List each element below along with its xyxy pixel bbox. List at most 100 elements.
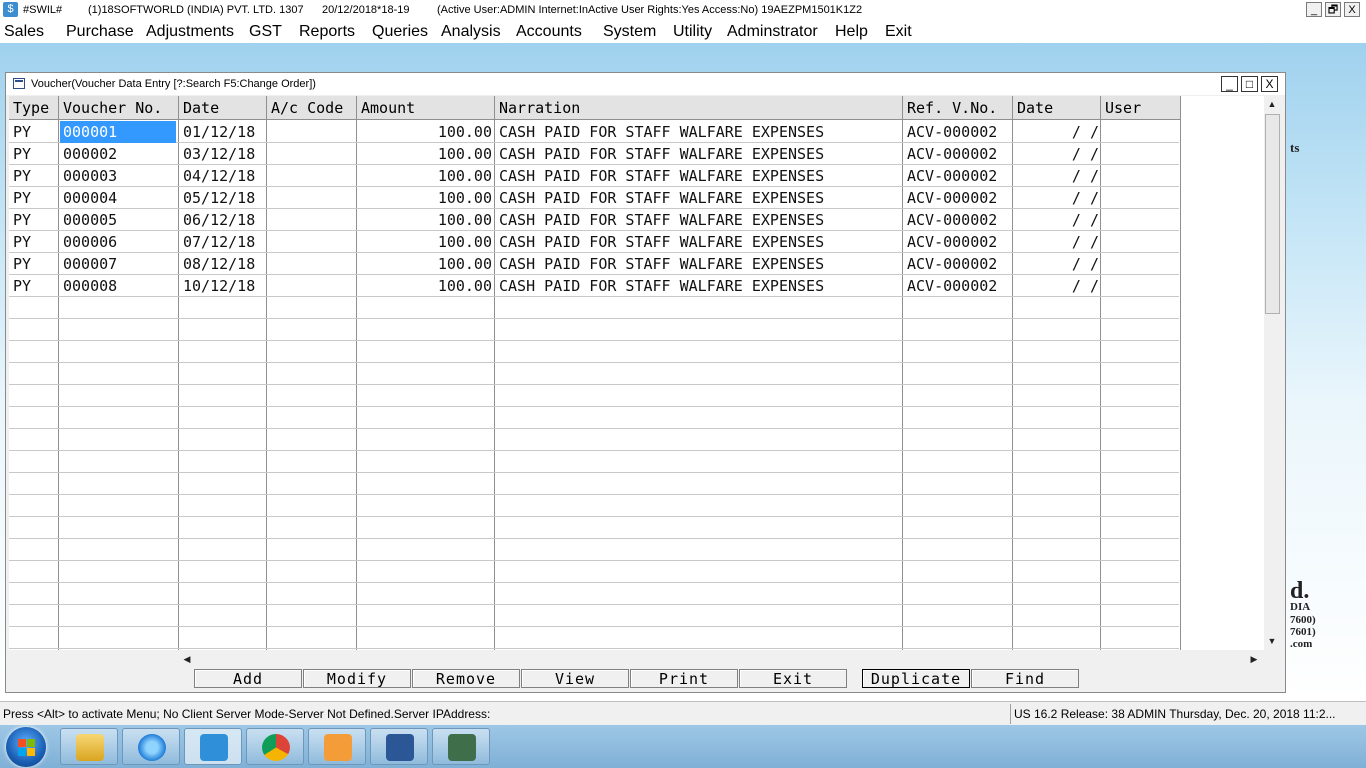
cell-ref-date[interactable]: / / [1013,253,1099,275]
child-minimize-button[interactable]: _ [1221,76,1238,92]
scroll-up-icon[interactable]: ▲ [1265,97,1279,111]
add-button[interactable]: Add [194,669,302,688]
cell-narration[interactable]: CASH PAID FOR STAFF WALFARE EXPENSES [499,275,901,297]
restore-button[interactable]: 🗗 [1325,2,1341,17]
vertical-scroll-thumb[interactable] [1265,114,1280,314]
scroll-down-icon[interactable]: ▼ [1265,634,1279,648]
cell-narration[interactable]: CASH PAID FOR STAFF WALFARE EXPENSES [499,187,901,209]
cell-amount[interactable]: 100.00 [358,231,492,253]
cell-user[interactable] [1105,165,1179,187]
menu-adjustments[interactable]: Adjustments [146,21,234,43]
view-button[interactable]: View [521,669,629,688]
cell-voucher-no-selected[interactable]: 000001 [60,121,176,143]
column-header-ref-date[interactable]: Date [1013,96,1101,120]
cell-voucher-no[interactable]: 000004 [63,187,177,209]
cell-ref-vno[interactable]: ACV-000002 [907,209,1011,231]
cell-voucher-no[interactable]: 000003 [63,165,177,187]
start-orb-icon[interactable] [6,727,46,767]
cell-amount[interactable]: 100.00 [358,165,492,187]
scroll-left-icon[interactable]: ◀ [180,652,194,666]
cell-narration[interactable]: CASH PAID FOR STAFF WALFARE EXPENSES [499,165,901,187]
menu-adminstrator[interactable]: Adminstrator [727,21,818,43]
cell-ref-vno[interactable]: ACV-000002 [907,253,1011,275]
column-header-user[interactable]: User [1101,96,1181,120]
cell-type[interactable]: PY [13,165,57,187]
remove-button[interactable]: Remove [412,669,520,688]
cell-ac-code[interactable] [271,275,355,297]
horizontal-scrollbar[interactable]: ◀ ▶ [179,650,1281,667]
vertical-scrollbar[interactable]: ▲ ▼ [1264,96,1281,650]
cell-type[interactable]: PY [13,209,57,231]
cell-date[interactable]: 10/12/18 [183,275,265,297]
child-restore-button[interactable]: □ [1241,76,1258,92]
cell-ref-date[interactable]: / / [1013,231,1099,253]
cell-date[interactable]: 08/12/18 [183,253,265,275]
column-header-ref-vno[interactable]: Ref. V.No. [903,96,1013,120]
cell-type[interactable]: PY [13,187,57,209]
cell-date[interactable]: 04/12/18 [183,165,265,187]
column-header-narration[interactable]: Narration [495,96,903,120]
cell-ref-date[interactable]: / / [1013,275,1099,297]
column-header-amount[interactable]: Amount [357,96,495,120]
cell-user[interactable] [1105,231,1179,253]
cell-voucher-no[interactable]: 000008 [63,275,177,297]
cell-narration[interactable]: CASH PAID FOR STAFF WALFARE EXPENSES [499,209,901,231]
cell-date[interactable]: 07/12/18 [183,231,265,253]
media-player-icon[interactable] [308,728,366,765]
cell-date[interactable]: 01/12/18 [183,121,265,143]
menu-queries[interactable]: Queries [372,21,428,43]
cell-ref-date[interactable]: / / [1013,121,1099,143]
internet-explorer-icon[interactable] [122,728,180,765]
cell-narration[interactable]: CASH PAID FOR STAFF WALFARE EXPENSES [499,143,901,165]
menu-utility[interactable]: Utility [673,21,712,43]
cell-type[interactable]: PY [13,253,57,275]
cell-ref-date[interactable]: / / [1013,187,1099,209]
file-explorer-icon[interactable] [60,728,118,765]
menu-accounts[interactable]: Accounts [516,21,582,43]
cell-voucher-no[interactable]: 000002 [63,143,177,165]
menu-system[interactable]: System [603,21,656,43]
cell-user[interactable] [1105,143,1179,165]
minimize-button[interactable]: _ [1306,2,1322,17]
menu-help[interactable]: Help [835,21,868,43]
cell-user[interactable] [1105,253,1179,275]
cell-amount[interactable]: 100.00 [358,187,492,209]
word-icon[interactable] [370,728,428,765]
find-button[interactable]: Find [971,669,1079,688]
exit-button[interactable]: Exit [739,669,847,688]
cell-user[interactable] [1105,275,1179,297]
duplicate-button[interactable]: Duplicate [862,669,970,688]
print-button[interactable]: Print [630,669,738,688]
menu-sales[interactable]: Sales [4,21,44,43]
cell-ref-date[interactable]: / / [1013,143,1099,165]
cell-narration[interactable]: CASH PAID FOR STAFF WALFARE EXPENSES [499,231,901,253]
cell-narration[interactable]: CASH PAID FOR STAFF WALFARE EXPENSES [499,253,901,275]
scroll-right-icon[interactable]: ▶ [1247,652,1261,666]
menu-reports[interactable]: Reports [299,21,355,43]
cell-date[interactable]: 06/12/18 [183,209,265,231]
cell-ac-code[interactable] [271,231,355,253]
column-header-date[interactable]: Date [179,96,267,120]
cell-amount[interactable]: 100.00 [358,275,492,297]
menu-gst[interactable]: GST [249,21,282,43]
cell-ref-vno[interactable]: ACV-000002 [907,231,1011,253]
cell-ac-code[interactable] [271,165,355,187]
cell-ref-vno[interactable]: ACV-000002 [907,143,1011,165]
cell-voucher-no[interactable]: 000007 [63,253,177,275]
cell-amount[interactable]: 100.00 [358,209,492,231]
cell-narration[interactable]: CASH PAID FOR STAFF WALFARE EXPENSES [499,121,901,143]
menu-exit[interactable]: Exit [885,21,912,43]
modify-button[interactable]: Modify [303,669,411,688]
swil-app-icon[interactable] [184,728,242,765]
cell-ref-vno[interactable]: ACV-000002 [907,187,1011,209]
cell-voucher-no[interactable]: 000006 [63,231,177,253]
cell-voucher-no[interactable]: 000005 [63,209,177,231]
voucher-grid[interactable]: Type Voucher No. Date A/c Code Amount Na… [9,96,1265,650]
cell-ac-code[interactable] [271,209,355,231]
cell-user[interactable] [1105,121,1179,143]
chrome-icon[interactable] [246,728,304,765]
cell-type[interactable]: PY [13,275,57,297]
cell-ac-code[interactable] [271,187,355,209]
cell-date[interactable]: 03/12/18 [183,143,265,165]
menu-analysis[interactable]: Analysis [441,21,501,43]
